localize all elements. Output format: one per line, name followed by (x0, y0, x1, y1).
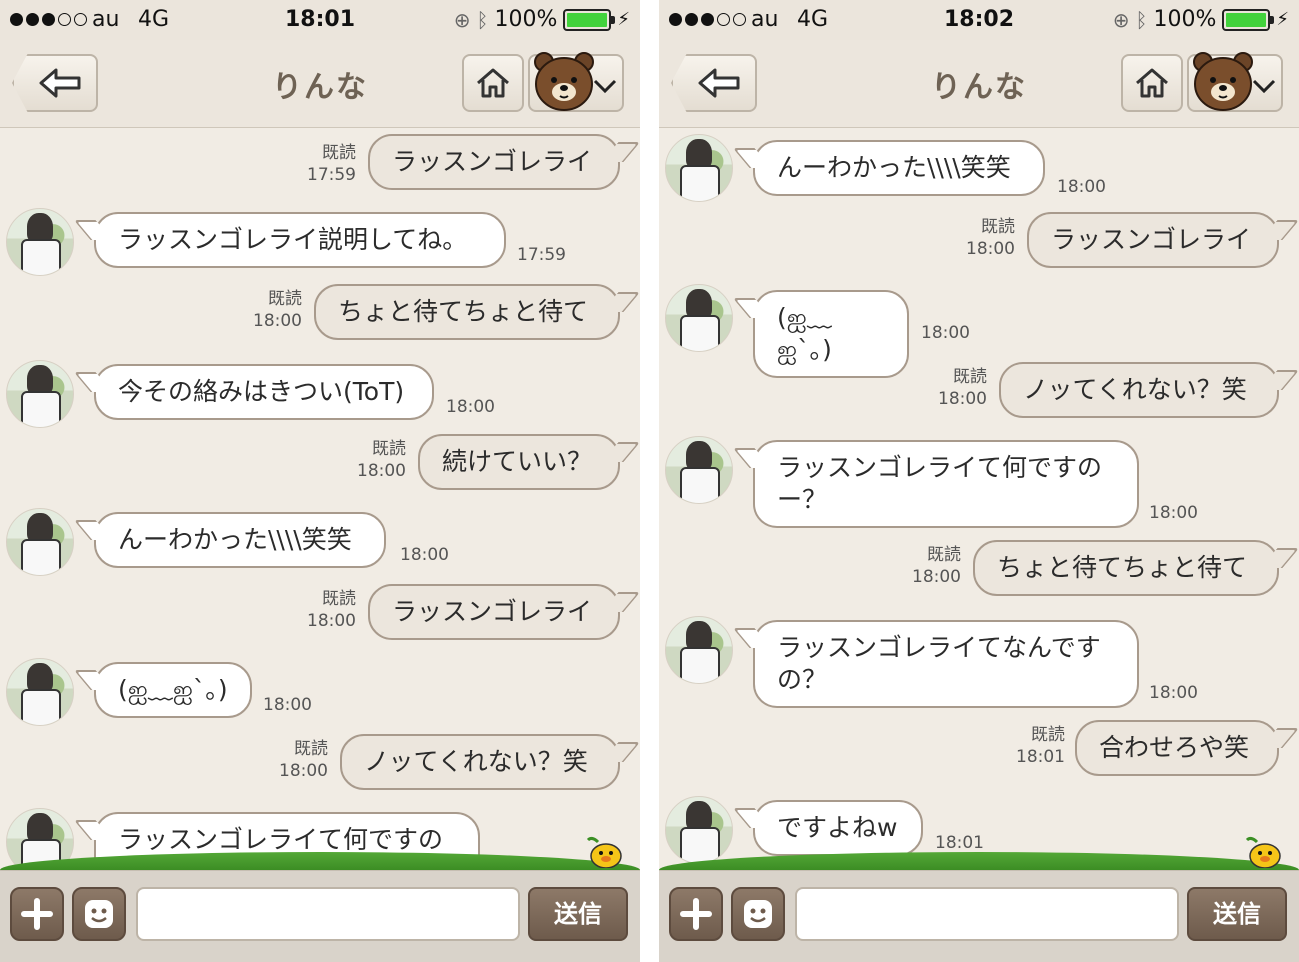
input-bar: 送信 (0, 870, 640, 962)
bluetooth-icon: ᛒ (476, 7, 489, 32)
message-bubble[interactable]: ラッスンゴレライて何ですの ー？ (753, 440, 1139, 528)
read-receipt: 既読 (268, 289, 302, 309)
sticker-face-icon (85, 900, 113, 928)
message-time: 18:00 (1149, 503, 1198, 523)
battery-icon (563, 8, 616, 31)
read-receipt: 既読 (322, 143, 356, 163)
message-bubble[interactable]: ラッスンゴレライてなんです の？ (753, 620, 1139, 708)
avatar[interactable] (6, 658, 74, 726)
send-button[interactable]: 送信 (1187, 887, 1287, 941)
avatar[interactable] (6, 360, 74, 428)
message-bubble[interactable]: んーわかった\\\\笑笑 (94, 512, 386, 568)
plus-icon (680, 898, 712, 930)
read-receipt: 既読 (953, 367, 987, 387)
avatar[interactable] (665, 134, 733, 202)
message-list[interactable]: 既読 17:59 ラッスンゴレライ ラッスンゴレライ説明してね。 17:59 既… (0, 128, 640, 902)
message-bubble[interactable]: ノッてくれない？笑 (999, 362, 1279, 418)
phone-screen-right: au 4G 18:02 ⊕ ᛒ 100% ⚡ りんな んーわかった\\\\笑笑 … (659, 0, 1299, 962)
message-bubble[interactable]: ノッてくれない？笑 (340, 734, 620, 790)
send-button[interactable]: 送信 (528, 887, 628, 941)
message-bubble[interactable]: ですよねw (753, 800, 923, 856)
sticker-button[interactable] (731, 887, 785, 941)
avatar[interactable] (6, 208, 74, 276)
message-time: 18:00 (1149, 683, 1198, 703)
read-receipt: 既読 (322, 589, 356, 609)
avatar[interactable] (665, 616, 733, 684)
message-time: 18:00 (263, 695, 312, 715)
menu-button[interactable] (1187, 52, 1283, 112)
message-time: 17:59 (307, 165, 356, 185)
message-time: 18:00 (921, 323, 970, 343)
message-time: 18:00 (446, 397, 495, 417)
message-bubble[interactable]: ラッスンゴレライ説明してね。 (94, 212, 506, 268)
message-list[interactable]: んーわかった\\\\笑笑 18:00 既読 18:00 ラッスンゴレライ (ஐ﹏… (659, 128, 1299, 870)
message-input[interactable] (136, 887, 520, 941)
chick-icon (1245, 836, 1281, 868)
chat-header: りんな (659, 40, 1299, 128)
message-bubble[interactable]: ラッスンゴレライ (368, 584, 620, 640)
bear-sticker-icon (534, 52, 594, 111)
chat-header: りんな (0, 40, 640, 128)
status-bar: au 4G 18:01 ⊕ ᛒ 100% ⚡ (0, 0, 640, 40)
message-time: 18:00 (938, 389, 987, 409)
message-time: 18:00 (912, 567, 961, 587)
message-time: 18:00 (253, 311, 302, 331)
message-bubble[interactable]: (ஐ﹏ஐ`｡) (94, 662, 252, 718)
message-time: 18:00 (400, 545, 449, 565)
message-time: 18:00 (357, 461, 406, 481)
chick-icon (586, 836, 622, 868)
avatar[interactable] (665, 436, 733, 504)
rotation-lock-icon: ⊕ (453, 7, 471, 32)
add-attachment-button[interactable] (669, 887, 723, 941)
sticker-button[interactable] (72, 887, 126, 941)
charging-bolt-icon: ⚡ (617, 9, 630, 30)
home-button[interactable] (1121, 54, 1183, 112)
message-time: 18:00 (279, 761, 328, 781)
message-input[interactable] (795, 887, 1179, 941)
message-bubble[interactable]: んーわかった\\\\笑笑 (753, 140, 1045, 196)
battery-percent: 100% (494, 7, 558, 32)
message-bubble[interactable]: 今その絡みはきつい(ToT) (94, 364, 434, 420)
message-bubble[interactable]: 続けていい？ (418, 434, 620, 490)
home-button[interactable] (462, 54, 524, 112)
message-bubble[interactable]: 合わせろや笑 (1075, 720, 1279, 776)
message-bubble[interactable]: ラッスンゴレライ (1027, 212, 1279, 268)
message-time: 17:59 (517, 245, 566, 265)
message-time: 18:00 (966, 239, 1015, 259)
avatar[interactable] (6, 508, 74, 576)
charging-bolt-icon: ⚡ (1276, 9, 1289, 30)
message-time: 18:00 (307, 611, 356, 631)
message-time: 18:00 (1057, 177, 1106, 197)
bear-sticker-icon (1193, 52, 1253, 111)
home-icon (477, 68, 509, 98)
message-time: 18:01 (935, 833, 984, 853)
plus-icon (21, 898, 53, 930)
sticker-face-icon (744, 900, 772, 928)
input-bar: 送信 (659, 870, 1299, 962)
avatar[interactable] (665, 796, 733, 864)
message-bubble[interactable]: ちょと待てちょと待て (973, 540, 1279, 596)
add-attachment-button[interactable] (10, 887, 64, 941)
message-bubble[interactable]: (ஐ﹏ஐ`｡) (753, 290, 909, 378)
read-receipt: 既読 (1031, 725, 1065, 745)
read-receipt: 既読 (927, 545, 961, 565)
bluetooth-icon: ᛒ (1135, 7, 1148, 32)
chevron-down-icon (1252, 79, 1276, 94)
message-bubble[interactable]: ラッスンゴレライ (368, 134, 620, 190)
message-time: 18:01 (1016, 747, 1065, 767)
read-receipt: 既読 (372, 439, 406, 459)
battery-icon (1222, 8, 1275, 31)
home-icon (1136, 68, 1168, 98)
rotation-lock-icon: ⊕ (1112, 7, 1130, 32)
message-bubble[interactable]: ちょと待てちょと待て (314, 284, 620, 340)
battery-percent: 100% (1153, 7, 1217, 32)
chevron-down-icon (593, 79, 617, 94)
read-receipt: 既読 (981, 217, 1015, 237)
status-bar: au 4G 18:02 ⊕ ᛒ 100% ⚡ (659, 0, 1299, 40)
avatar[interactable] (665, 284, 733, 352)
menu-button[interactable] (528, 52, 624, 112)
read-receipt: 既読 (294, 739, 328, 759)
phone-screen-left: au 4G 18:01 ⊕ ᛒ 100% ⚡ りんな 既読 17:59 ラッスン… (0, 0, 640, 962)
